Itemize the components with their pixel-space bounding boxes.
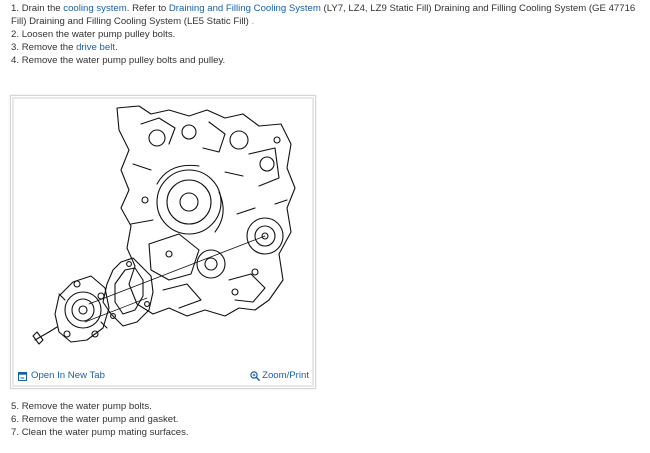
step-number: 1.	[11, 3, 20, 14]
procedure-page: 1. Drain the cooling system. Refer to Dr…	[0, 0, 650, 453]
step-text: Remove the	[21, 42, 77, 53]
step-number: 3.	[11, 42, 20, 53]
step-text: Remove the water pump pulley bolts and p…	[21, 55, 226, 66]
step-number: 7.	[11, 427, 20, 438]
step-item: 5. Remove the water pump bolts.	[11, 400, 641, 413]
step-text: Remove the water pump bolts.	[21, 401, 152, 412]
illustration-footer: Open In New Tab Zoom/Print	[11, 368, 315, 384]
water-pump-diagram[interactable]	[29, 104, 301, 362]
step-item: 2. Loosen the water pump pulley bolts.	[11, 28, 641, 41]
zoom-print-link[interactable]: Zoom/Print	[250, 368, 309, 384]
step-item: 7. Clean the water pump mating surfaces.	[11, 426, 641, 439]
step-text: Loosen the water pump pulley bolts.	[21, 29, 176, 40]
procedure-steps-top: 1. Drain the cooling system. Refer to Dr…	[11, 2, 641, 67]
draining-filling-link[interactable]: Draining and Filling Cooling System	[169, 3, 321, 14]
step-number: 5.	[11, 401, 20, 412]
drive-belt-link[interactable]: drive belt	[76, 42, 115, 53]
step-text: Clean the water pump mating surfaces.	[21, 427, 189, 438]
cooling-system-link[interactable]: cooling system	[63, 3, 126, 14]
step-text: Drain the	[21, 3, 64, 14]
magnifier-icon	[250, 371, 260, 381]
zoom-print-label: Zoom/Print	[262, 370, 309, 381]
illustration-panel: Open In New Tab Zoom/Print	[10, 95, 316, 389]
step-item: 3. Remove the drive belt.	[11, 41, 641, 54]
step-number: 6.	[11, 414, 20, 425]
procedure-steps-bottom: 5. Remove the water pump bolts. 6. Remov…	[11, 400, 641, 439]
step-text: . Refer to	[126, 3, 169, 14]
step-item: 1. Drain the cooling system. Refer to Dr…	[11, 2, 641, 28]
open-in-new-tab-icon	[18, 371, 27, 381]
open-in-new-tab-link[interactable]: Open In New Tab	[18, 368, 105, 384]
step-text: .	[248, 16, 255, 27]
step-item: 4. Remove the water pump pulley bolts an…	[11, 54, 641, 67]
step-text: Remove the water pump and gasket.	[21, 414, 179, 425]
step-number: 2.	[11, 29, 20, 40]
open-in-new-tab-label: Open In New Tab	[31, 370, 105, 381]
step-item: 6. Remove the water pump and gasket.	[11, 413, 641, 426]
step-text: .	[115, 42, 118, 53]
step-number: 4.	[11, 55, 20, 66]
